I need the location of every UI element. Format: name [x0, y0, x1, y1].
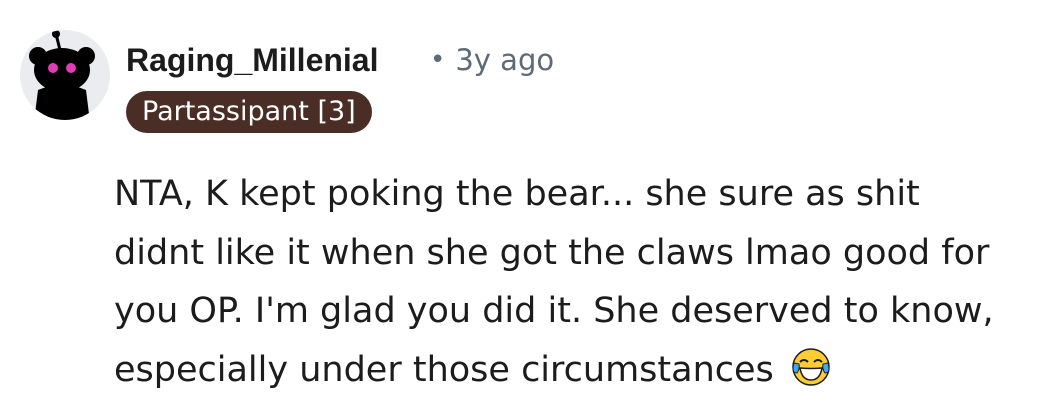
author-username[interactable]: Raging_Millenial [126, 38, 378, 82]
comment-meta: • 3y ago [430, 40, 554, 82]
comment-text: NTA, K kept poking the bear... she sure … [114, 174, 994, 390]
avatar[interactable] [20, 30, 110, 120]
meta-separator: • [430, 45, 446, 75]
snoo-avatar-icon [29, 30, 95, 120]
user-flair-badge: Partassipant [3] [126, 91, 372, 133]
comment-body: NTA, K kept poking the bear... she sure … [114, 165, 1019, 399]
timestamp[interactable]: 3y ago [455, 43, 554, 77]
comment: Raging_Millenial • 3y ago Partassipant [3… [0, 0, 1038, 410]
face-with-tears-of-joy-icon [792, 347, 830, 386]
